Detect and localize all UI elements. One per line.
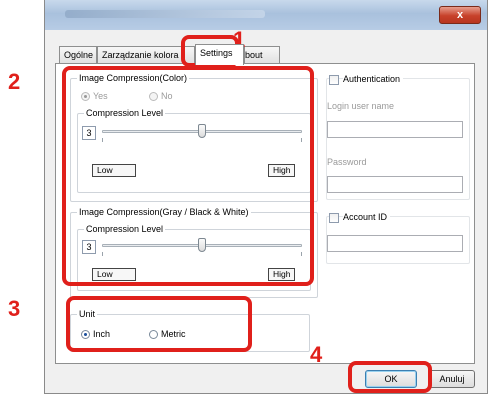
- tab-settings[interactable]: Settings: [195, 44, 244, 65]
- account-id-checkbox[interactable]: [329, 213, 339, 223]
- login-user-name-label: Login user name: [327, 101, 395, 111]
- authentication-checkbox[interactable]: [329, 75, 339, 85]
- authentication-label: Authentication: [343, 74, 404, 84]
- password-field[interactable]: [327, 176, 463, 193]
- account-id-group: Account ID: [326, 212, 470, 264]
- cancel-button[interactable]: Anuluj: [429, 370, 475, 388]
- highlight-unit-group: [66, 296, 252, 352]
- step-number-3: 3: [8, 296, 21, 321]
- tab-general[interactable]: Ogólne: [59, 46, 97, 63]
- tab-about[interactable]: About: [244, 46, 280, 63]
- blurred-window-title: [65, 10, 265, 18]
- account-id-field[interactable]: [327, 235, 463, 252]
- login-user-name-field[interactable]: [327, 121, 463, 138]
- password-label: Password: [327, 157, 367, 167]
- close-button[interactable]: x: [439, 6, 481, 24]
- highlight-compression-groups: [62, 66, 314, 286]
- title-bar[interactable]: x: [45, 0, 487, 30]
- step-number-2: 2: [8, 69, 21, 94]
- close-icon: x: [456, 9, 464, 21]
- step-number-4: 4: [310, 342, 323, 367]
- authentication-group: Authentication Login user name Password: [326, 74, 470, 200]
- highlight-ok-button: [348, 361, 432, 393]
- account-id-label: Account ID: [343, 212, 391, 222]
